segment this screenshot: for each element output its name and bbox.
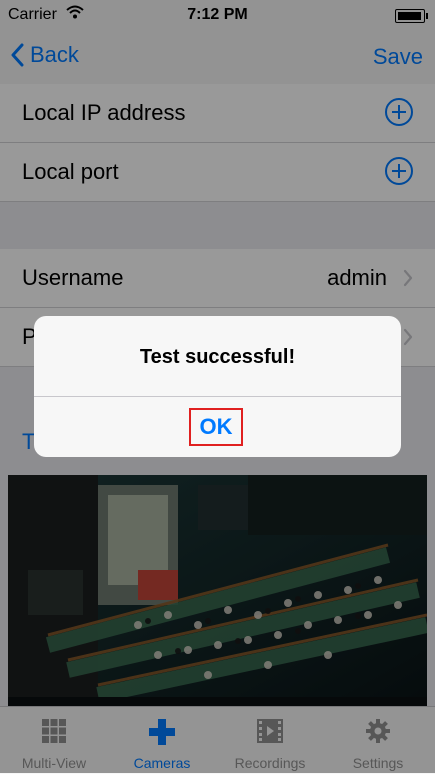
ok-button[interactable]: OK [189,408,243,446]
alert-title: Test successful! [139,346,296,368]
alert-divider [34,396,401,397]
alert-dialog: Test successful! OK [34,316,401,457]
